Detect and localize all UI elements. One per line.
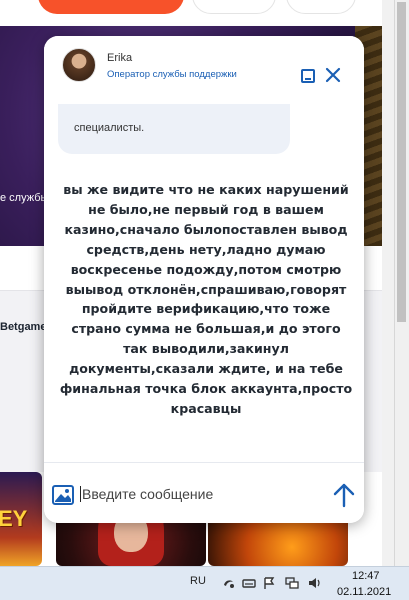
volume-icon[interactable] bbox=[308, 576, 322, 590]
message-input[interactable] bbox=[82, 482, 322, 506]
agent-message-bubble: специалисты. bbox=[58, 104, 290, 154]
user-message-text: вы же видите что не каких нарушений не б… bbox=[59, 182, 353, 416]
message-list[interactable]: специалисты. вы же видите что не каких н… bbox=[44, 104, 364, 462]
game-tile-title: EY bbox=[0, 506, 28, 531]
text-cursor bbox=[80, 486, 81, 502]
game-tile[interactable]: EY bbox=[0, 472, 42, 566]
agent-message-text: специалисты. bbox=[74, 122, 145, 134]
banner-text: е службы bbox=[0, 192, 49, 204]
close-icon[interactable] bbox=[322, 64, 344, 86]
image-icon[interactable] bbox=[52, 485, 74, 505]
support-chat-widget: Erika Оператор службы поддержки специали… bbox=[44, 36, 364, 523]
windows-taskbar: RU 12:47 02.11.2021 bbox=[0, 566, 409, 600]
tray-keyboard-icon[interactable] bbox=[242, 576, 256, 590]
top-button[interactable] bbox=[192, 0, 276, 14]
scrollbar-thumb[interactable] bbox=[397, 2, 406, 322]
clock-date[interactable]: 02.11.2021 bbox=[337, 586, 391, 598]
send-arrow-icon[interactable] bbox=[332, 482, 356, 508]
minimize-icon[interactable] bbox=[301, 69, 315, 83]
network-icon[interactable] bbox=[285, 576, 299, 590]
clock-time[interactable]: 12:47 bbox=[352, 570, 380, 582]
agent-role: Оператор службы поддержки bbox=[107, 69, 237, 80]
top-button[interactable] bbox=[286, 0, 356, 14]
language-indicator[interactable]: RU bbox=[190, 575, 206, 587]
chat-header: Erika Оператор службы поддержки bbox=[44, 36, 364, 104]
top-orange-button[interactable] bbox=[38, 0, 184, 14]
agent-name: Erika bbox=[107, 52, 133, 64]
flag-icon[interactable] bbox=[262, 576, 276, 590]
page-edge bbox=[382, 0, 394, 566]
agent-avatar bbox=[62, 48, 96, 82]
tray-app-icon[interactable] bbox=[222, 576, 236, 590]
message-input-bar bbox=[44, 462, 364, 523]
